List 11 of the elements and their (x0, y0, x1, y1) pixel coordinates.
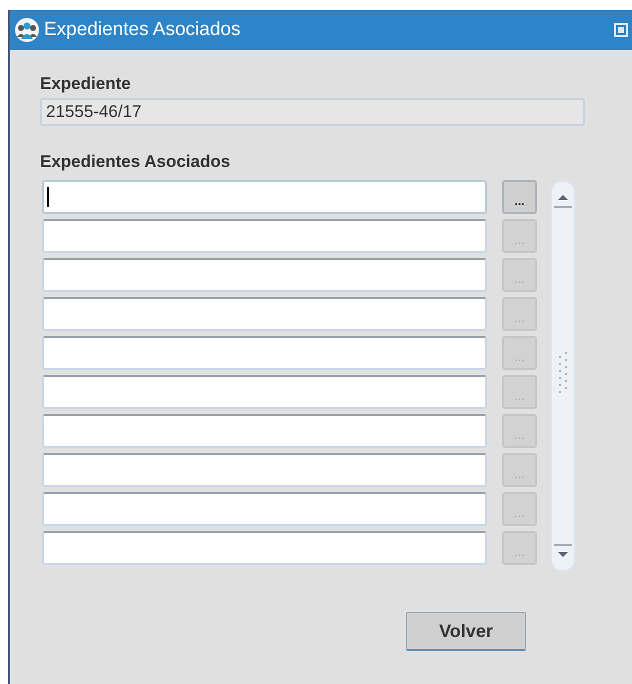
lookup-button[interactable]: ... (502, 180, 537, 214)
back-button[interactable]: Volver (406, 612, 526, 651)
section-label: Expedientes Asociados (40, 152, 230, 172)
window-title: Expedientes Asociados (44, 19, 242, 41)
maximize-icon[interactable] (614, 23, 628, 37)
text-caret (47, 187, 49, 207)
expediente-field[interactable]: 21555-46/17 (40, 98, 585, 126)
people-icon (14, 17, 40, 43)
input-field[interactable] (42, 180, 487, 214)
scrollbar[interactable] (550, 180, 576, 572)
field-label: Expediente (40, 74, 131, 94)
